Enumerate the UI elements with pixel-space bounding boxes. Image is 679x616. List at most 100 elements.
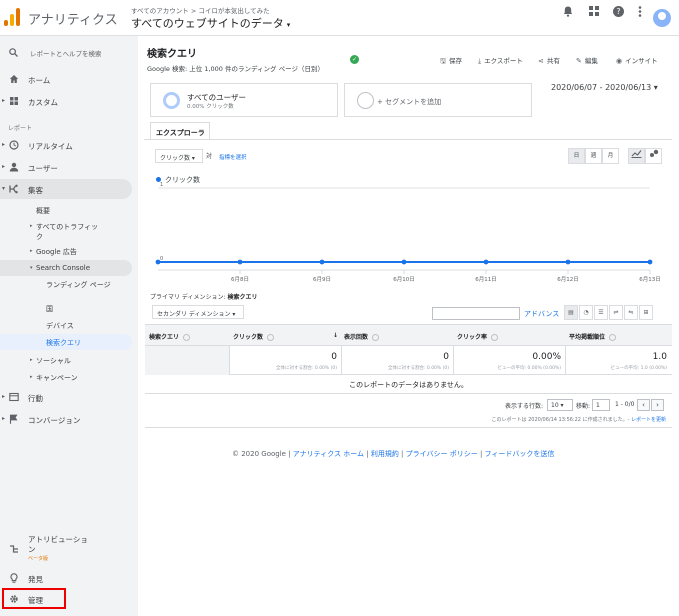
pivot-view-button[interactable]: ⊞: [639, 305, 653, 320]
chevron-down-icon: ▾: [30, 265, 33, 271]
refresh-report-link[interactable]: レポートを更新: [631, 417, 666, 423]
analytics-logo-icon[interactable]: [4, 8, 20, 26]
motion-chart-button[interactable]: [645, 148, 662, 164]
next-page-button[interactable]: ›: [651, 399, 664, 411]
rows-per-page-select[interactable]: 10 ▾: [547, 399, 573, 411]
summary-clicks: 0: [331, 352, 337, 362]
sidebar-item-social[interactable]: ▸ ソーシャル: [0, 352, 132, 368]
sidebar-item-search-console[interactable]: ▾ Search Console: [0, 260, 132, 276]
rows-label: 表示する行数:: [505, 403, 544, 410]
sidebar-item-behavior[interactable]: ▸ 行動: [0, 387, 132, 407]
account-breadcrumb[interactable]: すべてのアカウント > コイロが本気出してみた: [131, 5, 270, 15]
sidebar-item-countries[interactable]: 国: [0, 300, 132, 316]
data-point: [155, 259, 161, 265]
tab-explorer[interactable]: エクスプローラ: [150, 122, 210, 140]
pick-metric-link[interactable]: 指標を選択: [219, 153, 247, 161]
sidebar-item-home[interactable]: ホーム: [0, 69, 132, 89]
table-view-button[interactable]: ▤: [564, 305, 578, 320]
column-header-query[interactable]: 検索クエリ: [149, 332, 191, 341]
help-icon[interactable]: ?: [612, 6, 624, 18]
sidebar-item-realtime[interactable]: ▸ リアルタイム: [0, 135, 132, 155]
help-icon[interactable]: [491, 334, 499, 341]
bell-icon[interactable]: [562, 6, 574, 18]
primary-dimension-value[interactable]: 検索クエリ: [227, 294, 257, 301]
sidebar-item-custom[interactable]: ▸ カスタム: [0, 91, 132, 111]
column-header-avg-position[interactable]: 平均掲載順位: [569, 332, 617, 341]
footer-link-terms[interactable]: 利用規約: [371, 450, 399, 458]
help-icon[interactable]: [183, 334, 191, 341]
footer-link-feedback[interactable]: フィードバックを送信: [485, 450, 555, 458]
edit-button[interactable]: ✎ 編集: [576, 55, 598, 67]
secondary-dimension-select[interactable]: セカンダリ ディメンション ▾: [152, 305, 244, 319]
sidebar-item-acq-overview[interactable]: 概要: [0, 202, 132, 218]
advanced-filter-link[interactable]: アドバンス: [524, 309, 559, 319]
chevron-down-icon: ▾: [2, 185, 6, 192]
share-button[interactable]: ⋖ 共有: [538, 55, 560, 67]
sidebar-item-google-ads[interactable]: ▸ Google 広告: [0, 243, 132, 259]
date-range-picker[interactable]: 2020/06/07 - 2020/06/13 ▾: [551, 83, 658, 92]
chevron-right-icon: ▸: [30, 223, 33, 229]
sidebar-item-label: ランディング ページ: [46, 281, 111, 289]
sidebar-item-all-traffic[interactable]: ▸ すべてのトラフィック: [0, 218, 132, 242]
chevron-right-icon: ▸: [30, 374, 33, 380]
goto-label: 移動:: [576, 403, 591, 410]
performance-view-button[interactable]: ☰: [594, 305, 608, 320]
chevron-down-icon: ▾: [286, 21, 291, 29]
add-segment-button[interactable]: + セグメントを追加: [344, 83, 532, 117]
help-icon[interactable]: [609, 334, 617, 341]
sort-arrow-icon[interactable]: ↓: [333, 332, 338, 339]
prev-page-button[interactable]: ‹: [637, 399, 650, 411]
sidebar-item-discover[interactable]: 発見: [0, 568, 132, 588]
column-header-impressions[interactable]: 表示回数: [344, 332, 380, 341]
granularity-week-button[interactable]: 週: [585, 148, 602, 164]
sidebar-item-queries[interactable]: 検索クエリ: [0, 334, 132, 350]
help-icon[interactable]: [372, 334, 380, 341]
sidebar-item-landing-pages[interactable]: ランディング ページ: [0, 276, 132, 298]
table-divider: [145, 393, 672, 394]
app-title[interactable]: アナリティクス: [28, 9, 118, 28]
sidebar-item-label: Google 広告: [36, 248, 77, 256]
export-button[interactable]: ⤓ エクスポート: [478, 55, 523, 67]
sidebar-item-conversions[interactable]: ▸ コンバージョン: [0, 409, 132, 429]
term-cloud-view-button[interactable]: ⇋: [624, 305, 638, 320]
x-tick-label: 6月10日: [393, 276, 415, 282]
comparison-view-button[interactable]: ⇌: [609, 305, 623, 320]
sidebar-item-campaigns[interactable]: ▸ キャンペーン: [0, 369, 132, 385]
table-bottom-divider: [145, 427, 672, 428]
sidebar-item-label: すべてのトラフィック: [36, 223, 99, 241]
column-header-clicks[interactable]: クリック数: [233, 332, 275, 341]
table-summary-row: 0 全体に対する割合: 0.00% (0) 0 全体に対する割合: 0.00% …: [145, 346, 672, 375]
sidebar-item-devices[interactable]: デバイス: [0, 317, 132, 333]
share-icon: ⋖: [538, 57, 544, 65]
segment-all-users[interactable]: すべてのユーザー 0.00% クリック数: [150, 83, 338, 117]
footer-link-analytics-home[interactable]: アナリティクス ホーム: [293, 450, 364, 458]
table-search-input[interactable]: [432, 307, 520, 320]
sidebar-item-label: ユーザー: [28, 164, 58, 173]
granularity-month-button[interactable]: 月: [602, 148, 619, 164]
view-selector[interactable]: すべてのウェブサイトのデータ ▾: [131, 15, 290, 31]
help-icon[interactable]: [267, 334, 275, 341]
footer-link-privacy[interactable]: プライバシー ポリシー: [406, 450, 478, 458]
sidebar-item-label: リアルタイム: [28, 142, 73, 151]
sidebar-item-label: カスタム: [28, 98, 58, 107]
more-vert-icon[interactable]: [634, 6, 646, 18]
column-header-ctr[interactable]: クリック率: [457, 332, 499, 341]
line-chart-icon: [631, 150, 642, 159]
line-chart-button[interactable]: [628, 148, 645, 164]
sidebar: レポートとヘルプを検索 ホーム ▸ カスタム レポート ▸ リアルタイム ▸ ユ…: [0, 36, 138, 616]
granularity-day-button[interactable]: 日: [568, 148, 585, 164]
sidebar-item-audience[interactable]: ▸ ユーザー: [0, 157, 132, 177]
sidebar-search[interactable]: レポートとヘルプを検索: [0, 42, 138, 62]
sidebar-item-acquisition[interactable]: ▾ 集客: [0, 179, 132, 199]
top-bar: アナリティクス すべてのアカウント > コイロが本気出してみた すべてのウェブサ…: [0, 0, 679, 36]
pie-view-button[interactable]: ◔: [579, 305, 593, 320]
insights-button[interactable]: ◉ インサイト: [616, 55, 658, 67]
apps-grid-icon[interactable]: [588, 6, 600, 18]
summary-avg-position-pct: ビューの平均: 1.0 (0.00%): [610, 366, 667, 371]
save-button[interactable]: 🖫 保存: [440, 55, 462, 67]
sidebar-item-attribution[interactable]: アトリビューション ベータ版: [0, 533, 132, 565]
metric-selector[interactable]: クリック数 ▾: [155, 149, 203, 163]
goto-page-input[interactable]: 1: [592, 399, 610, 411]
user-avatar[interactable]: [653, 9, 671, 27]
add-segment-label: + セグメントを追加: [377, 98, 442, 106]
